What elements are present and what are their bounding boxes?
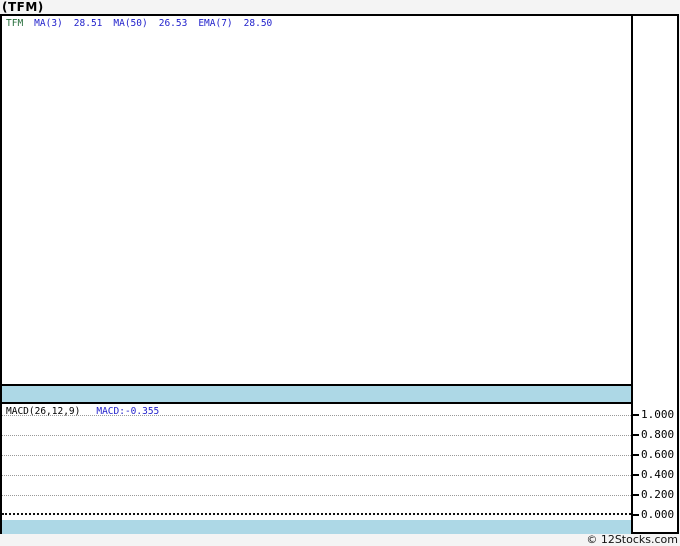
- macd-panel: MACD(26,12,9) MACD:-0.355: [2, 402, 631, 534]
- macd-gridline: [2, 435, 631, 436]
- footer-credit-link[interactable]: © 12Stocks.com: [586, 533, 678, 546]
- macd-zero-line: [2, 513, 631, 515]
- macd-value: MACD:-0.355: [96, 406, 160, 417]
- footer-credit: © 12Stocks.com: [586, 533, 678, 546]
- stock-chart-page: (TFM) TFM MA(3) 28.51 MA(50) 26.53 EMA(7) 28.5…: [0, 0, 680, 546]
- macd-gridline: [2, 475, 631, 476]
- axis-tick-label: 0.400: [641, 468, 675, 481]
- axis-tick-label: 0.800: [641, 428, 675, 441]
- axis-tick-mark: [633, 494, 639, 496]
- axis-tick-mark: [633, 434, 639, 436]
- legend-ema7-label: EMA(7): [198, 18, 233, 29]
- axis-tick-mark: [633, 474, 639, 476]
- legend-ma3-value: 28.51: [73, 18, 103, 29]
- macd-y-axis: 1.000 0.800 0.600 0.400 0.200 0.000: [633, 16, 677, 532]
- chart-frame: TFM MA(3) 28.51 MA(50) 26.53 EMA(7) 28.50 MACD…: [0, 14, 679, 534]
- axis-tick-label: 0.000: [641, 508, 675, 521]
- axis-tick-label: 0.200: [641, 488, 675, 501]
- macd-label: MACD(26,12,9): [6, 406, 81, 417]
- axis-tick-mark: [633, 454, 639, 456]
- axis-tick-label: 0.600: [641, 448, 675, 461]
- legend-ma50-label: MA(50): [113, 18, 148, 29]
- legend-ma50-value: 26.53: [158, 18, 188, 29]
- macd-gridline: [2, 495, 631, 496]
- macd-legend: MACD(26,12,9) MACD:-0.355: [6, 406, 159, 418]
- macd-bottom-band: [2, 520, 631, 534]
- price-chart-panel: TFM MA(3) 28.51 MA(50) 26.53 EMA(7) 28.50: [2, 16, 631, 386]
- macd-gridline: [2, 455, 631, 456]
- axis-tick-mark: [633, 414, 639, 416]
- page-title: (TFM): [2, 0, 44, 14]
- legend-ma3-label: MA(3): [34, 18, 63, 29]
- chart-legend: TFM MA(3) 28.51 MA(50) 26.53 EMA(7) 28.50: [6, 18, 283, 30]
- axis-tick-label: 1.000: [641, 408, 675, 421]
- panel-separator-band: [2, 386, 631, 402]
- legend-ema7-value: 28.50: [243, 18, 273, 29]
- axis-tick-mark: [633, 514, 639, 516]
- legend-ticker: TFM: [6, 18, 24, 29]
